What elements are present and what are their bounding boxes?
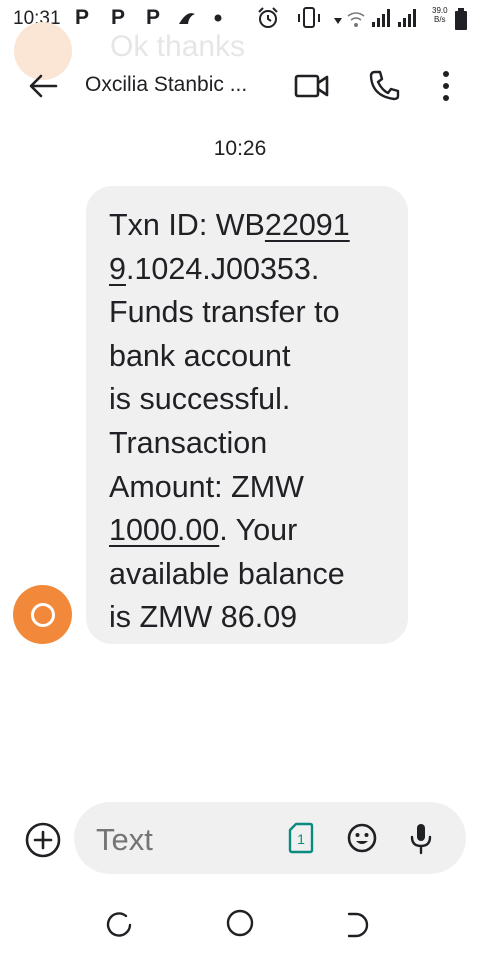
message-line: Funds transfer to: [109, 291, 399, 335]
alarm-icon: [258, 7, 278, 28]
message-text-segment: is successful.: [109, 382, 291, 417]
message-text-segment: available balance: [109, 556, 345, 591]
message-line: 9.1024.J00353.: [109, 248, 399, 292]
sender-avatar[interactable]: [13, 585, 72, 644]
recents-icon[interactable]: [104, 910, 134, 940]
app-notification-icon: [179, 13, 195, 24]
message-line: 1000.00. Your: [109, 509, 399, 553]
notification-dot-icon: [214, 14, 222, 22]
more-vert-icon[interactable]: [434, 68, 458, 104]
message-text-segment: Txn ID: WB: [109, 208, 265, 242]
battery-icon: [455, 8, 467, 30]
message-line: is ZMW 86.09: [109, 596, 399, 640]
p-notification-icon: P: [111, 6, 126, 29]
compose-bar: 1: [74, 802, 466, 874]
message-line: Txn ID: WB22091: [109, 204, 399, 248]
message-text-segment: Amount: ZMW: [109, 469, 304, 504]
sim-selector-button[interactable]: 1: [288, 822, 314, 854]
message-text-segment: . Your: [219, 513, 298, 548]
message-text-segment: Funds transfer to: [109, 295, 340, 330]
message-link[interactable]: 1000.00: [109, 513, 219, 547]
network-speed-unit: B/s: [434, 15, 446, 24]
p-notification-icon: P: [75, 6, 90, 29]
wifi-icon: [334, 12, 365, 27]
avatar-ring-icon: [31, 603, 55, 627]
signal-icon: [372, 9, 416, 27]
message-link[interactable]: 9: [109, 252, 126, 286]
video-call-icon[interactable]: [293, 70, 331, 102]
message-timestamp: 10:26: [213, 137, 267, 160]
network-speed: 39.0 B/s: [432, 6, 448, 24]
message-bubble[interactable]: Txn ID: WB22091 9.1024.J00353. Funds trans…: [86, 186, 408, 644]
message-text-segment: .1024.J00353.: [125, 251, 320, 286]
sim-label: 1: [297, 831, 305, 847]
phone-icon[interactable]: [368, 68, 402, 102]
message-line: Transaction: [109, 422, 399, 466]
message-line: is successful.: [109, 378, 399, 422]
mic-icon[interactable]: [408, 822, 434, 856]
p-notification-icon: P: [146, 6, 161, 29]
add-circle-icon[interactable]: [24, 821, 62, 859]
network-speed-value: 39.0: [432, 6, 448, 15]
message-line: Amount: ZMW: [109, 466, 399, 510]
back-icon[interactable]: [344, 910, 374, 940]
back-arrow-icon[interactable]: [26, 70, 60, 102]
message-line: bank account: [109, 335, 399, 379]
emoji-icon[interactable]: [346, 822, 378, 854]
home-icon[interactable]: [225, 908, 255, 938]
message-text-segment: Transaction: [109, 425, 268, 460]
message-text-segment: bank account: [109, 338, 291, 373]
message-line: available balance: [109, 553, 399, 597]
message-input[interactable]: [96, 822, 266, 858]
vibrate-icon: [298, 7, 320, 28]
message-link[interactable]: 22091: [265, 208, 350, 242]
conversation-title[interactable]: Oxcilia Stanbic ...: [85, 73, 247, 97]
message-text: Txn ID: WB22091 9.1024.J00353. Funds trans…: [109, 204, 399, 640]
message-text-segment: is ZMW 86.09: [109, 600, 298, 635]
app-bar: Oxcilia Stanbic ...: [0, 58, 480, 114]
